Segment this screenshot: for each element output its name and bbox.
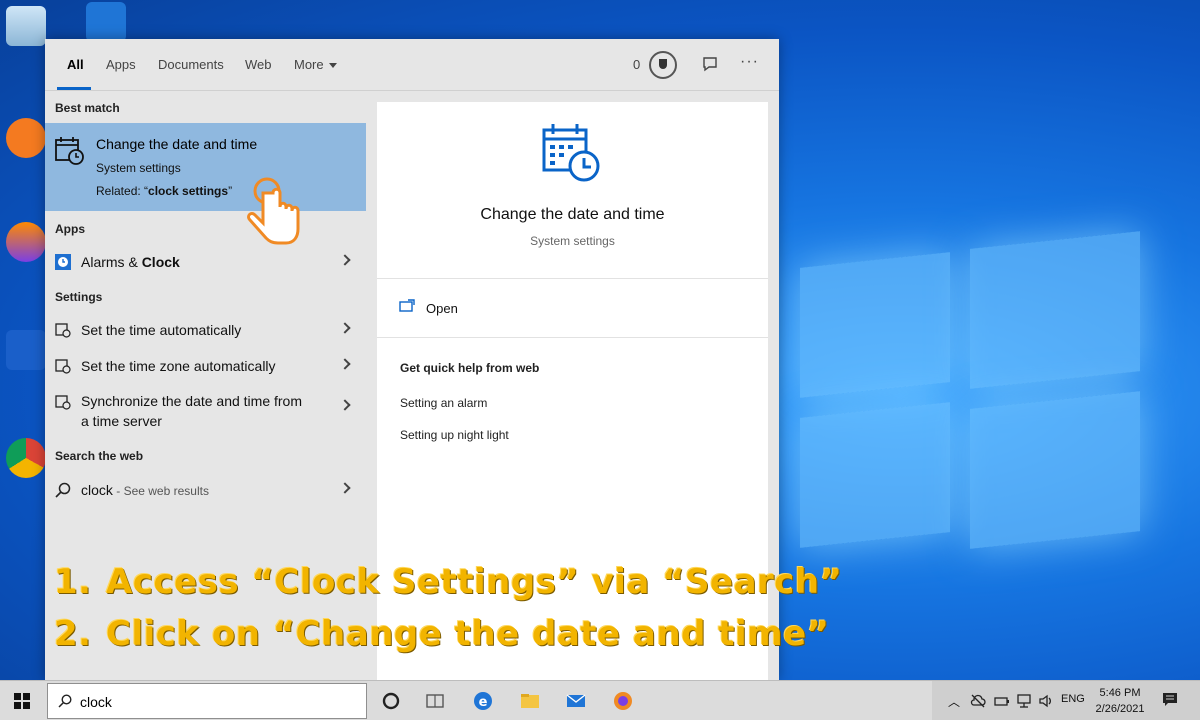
taskbar-search-box[interactable]	[47, 683, 367, 719]
chevron-right-icon[interactable]	[339, 482, 351, 494]
open-window-icon	[399, 299, 415, 312]
recycle-bin-icon[interactable]	[6, 6, 46, 46]
alarm-clock-icon	[55, 254, 71, 270]
help-link-alarm[interactable]: Setting an alarm	[400, 396, 487, 410]
search-tabbar: All Apps Documents Web More 0 ···	[45, 39, 779, 91]
calendar-clock-icon	[55, 137, 84, 165]
web-search-result[interactable]: clock - See web results	[45, 475, 366, 505]
cortana-icon[interactable]	[381, 691, 401, 711]
step-text: Access “Clock Settings” via “Search”	[106, 562, 843, 602]
tab-more-label: More	[294, 57, 324, 72]
best-match-related: Related: “clock settings”	[96, 184, 232, 198]
feedback-icon[interactable]	[701, 55, 719, 73]
tab-apps[interactable]: Apps	[106, 57, 136, 72]
volume-icon[interactable]	[1038, 693, 1054, 709]
tab-more[interactable]: More	[294, 57, 337, 72]
clock-time: 5:46 PM	[1099, 687, 1141, 699]
related-suffix: ”	[228, 184, 233, 198]
app-result-alarms-clock[interactable]: Alarms & Clock	[45, 247, 366, 277]
setting-result-time-auto[interactable]: Set the time automatically	[45, 315, 366, 345]
setting-label: Set the time zone automatically	[81, 358, 276, 374]
detail-title: Change the date and time	[480, 206, 665, 223]
avast-icon[interactable]	[6, 118, 46, 158]
step-text: Click on “Change the date and time”	[106, 614, 830, 654]
setting-label: Set the time automatically	[81, 322, 242, 338]
best-match-result[interactable]: Change the date and time System settings…	[45, 123, 366, 245]
taskbar-clock[interactable]: 5:46 PM 2/26/2021	[1090, 685, 1150, 717]
open-label: Open	[426, 301, 458, 316]
cloud-offline-icon[interactable]	[970, 693, 986, 709]
chevron-right-icon[interactable]	[339, 358, 351, 370]
taskbar: e ︿ ENG 5:46 PM 2/26/2021	[0, 680, 1200, 720]
help-heading: Get quick help from web	[400, 361, 540, 375]
related-term[interactable]: clock settings	[148, 184, 228, 198]
search-icon	[58, 694, 72, 708]
hand-pointer-icon	[247, 177, 300, 245]
divider	[377, 278, 768, 279]
web-query: clock	[81, 482, 113, 498]
taskbar-search-input[interactable]	[80, 694, 340, 710]
chrome-icon[interactable]	[6, 438, 46, 478]
calendar-clock-icon	[55, 395, 71, 410]
app-label-bold: Clock	[141, 254, 180, 270]
section-settings: Settings	[55, 290, 103, 304]
divider	[377, 337, 768, 338]
section-best-match: Best match	[55, 101, 120, 115]
step-number: 1.	[54, 562, 92, 602]
edge-browser-icon[interactable]: e	[473, 691, 493, 711]
chevron-right-icon[interactable]	[339, 399, 351, 411]
tab-web[interactable]: Web	[245, 57, 272, 72]
setting-label-line1: Synchronize the date and time from	[81, 393, 303, 409]
chevron-down-icon	[328, 63, 337, 69]
more-options-icon[interactable]: ···	[740, 53, 759, 71]
help-link-night-light[interactable]: Setting up night light	[400, 428, 509, 442]
best-match-subtitle: System settings	[96, 161, 181, 175]
section-apps: Apps	[55, 222, 85, 236]
best-match-title: Change the date and time	[96, 136, 258, 152]
vpn-shield-icon[interactable]	[6, 222, 46, 262]
app-result-label: Alarms & Clock	[81, 254, 180, 270]
setting-label-multiline: Synchronize the date and time from a time…	[81, 391, 302, 431]
instruction-step-1: 1. Access “Clock Settings” via “Search”	[54, 562, 842, 602]
open-action[interactable]: Open	[377, 288, 768, 322]
calendar-clock-icon	[55, 359, 71, 374]
related-prefix: Related: “	[96, 184, 149, 198]
windows-start-icon[interactable]	[14, 693, 30, 709]
instruction-step-2: 2. Click on “Change the date and time”	[54, 614, 830, 654]
action-center-icon[interactable]	[1162, 692, 1178, 708]
chevron-right-icon[interactable]	[339, 322, 351, 334]
setting-result-timezone-auto[interactable]: Set the time zone automatically	[45, 351, 366, 381]
web-hint: - See web results	[112, 484, 209, 498]
clock-date: 2/26/2021	[1095, 703, 1145, 715]
vpn-app-icon[interactable]	[613, 691, 633, 711]
chevron-up-icon[interactable]: ︿	[948, 693, 960, 710]
chevron-right-icon[interactable]	[339, 254, 351, 266]
task-view-icon[interactable]	[425, 691, 445, 711]
search-icon	[55, 482, 71, 498]
rewards-points: 0	[633, 57, 641, 72]
svg-text:e: e	[479, 695, 488, 710]
battery-icon[interactable]	[994, 693, 1010, 709]
calendar-clock-icon	[55, 323, 71, 338]
setting-label-line2: a time server	[81, 413, 162, 429]
active-tab-indicator	[57, 87, 91, 90]
tab-documents[interactable]: Documents	[158, 57, 224, 72]
setting-result-sync-time[interactable]: Synchronize the date and time from a time…	[45, 387, 366, 435]
network-icon[interactable]	[1016, 693, 1032, 709]
file-explorer-icon[interactable]	[520, 691, 540, 711]
detail-subtitle: System settings	[530, 234, 615, 248]
step-number: 2.	[54, 614, 92, 654]
language-indicator[interactable]: ENG	[1061, 693, 1085, 705]
tools-app-icon[interactable]	[6, 330, 46, 370]
edge-icon[interactable]	[86, 2, 126, 42]
calendar-clock-icon	[542, 124, 600, 182]
section-search-web: Search the web	[55, 449, 144, 463]
tab-all[interactable]: All	[67, 57, 84, 72]
app-label-prefix: Alarms &	[81, 254, 142, 270]
web-result-label: clock - See web results	[81, 482, 209, 498]
trophy-icon[interactable]	[649, 51, 677, 79]
mail-icon[interactable]	[566, 691, 586, 711]
